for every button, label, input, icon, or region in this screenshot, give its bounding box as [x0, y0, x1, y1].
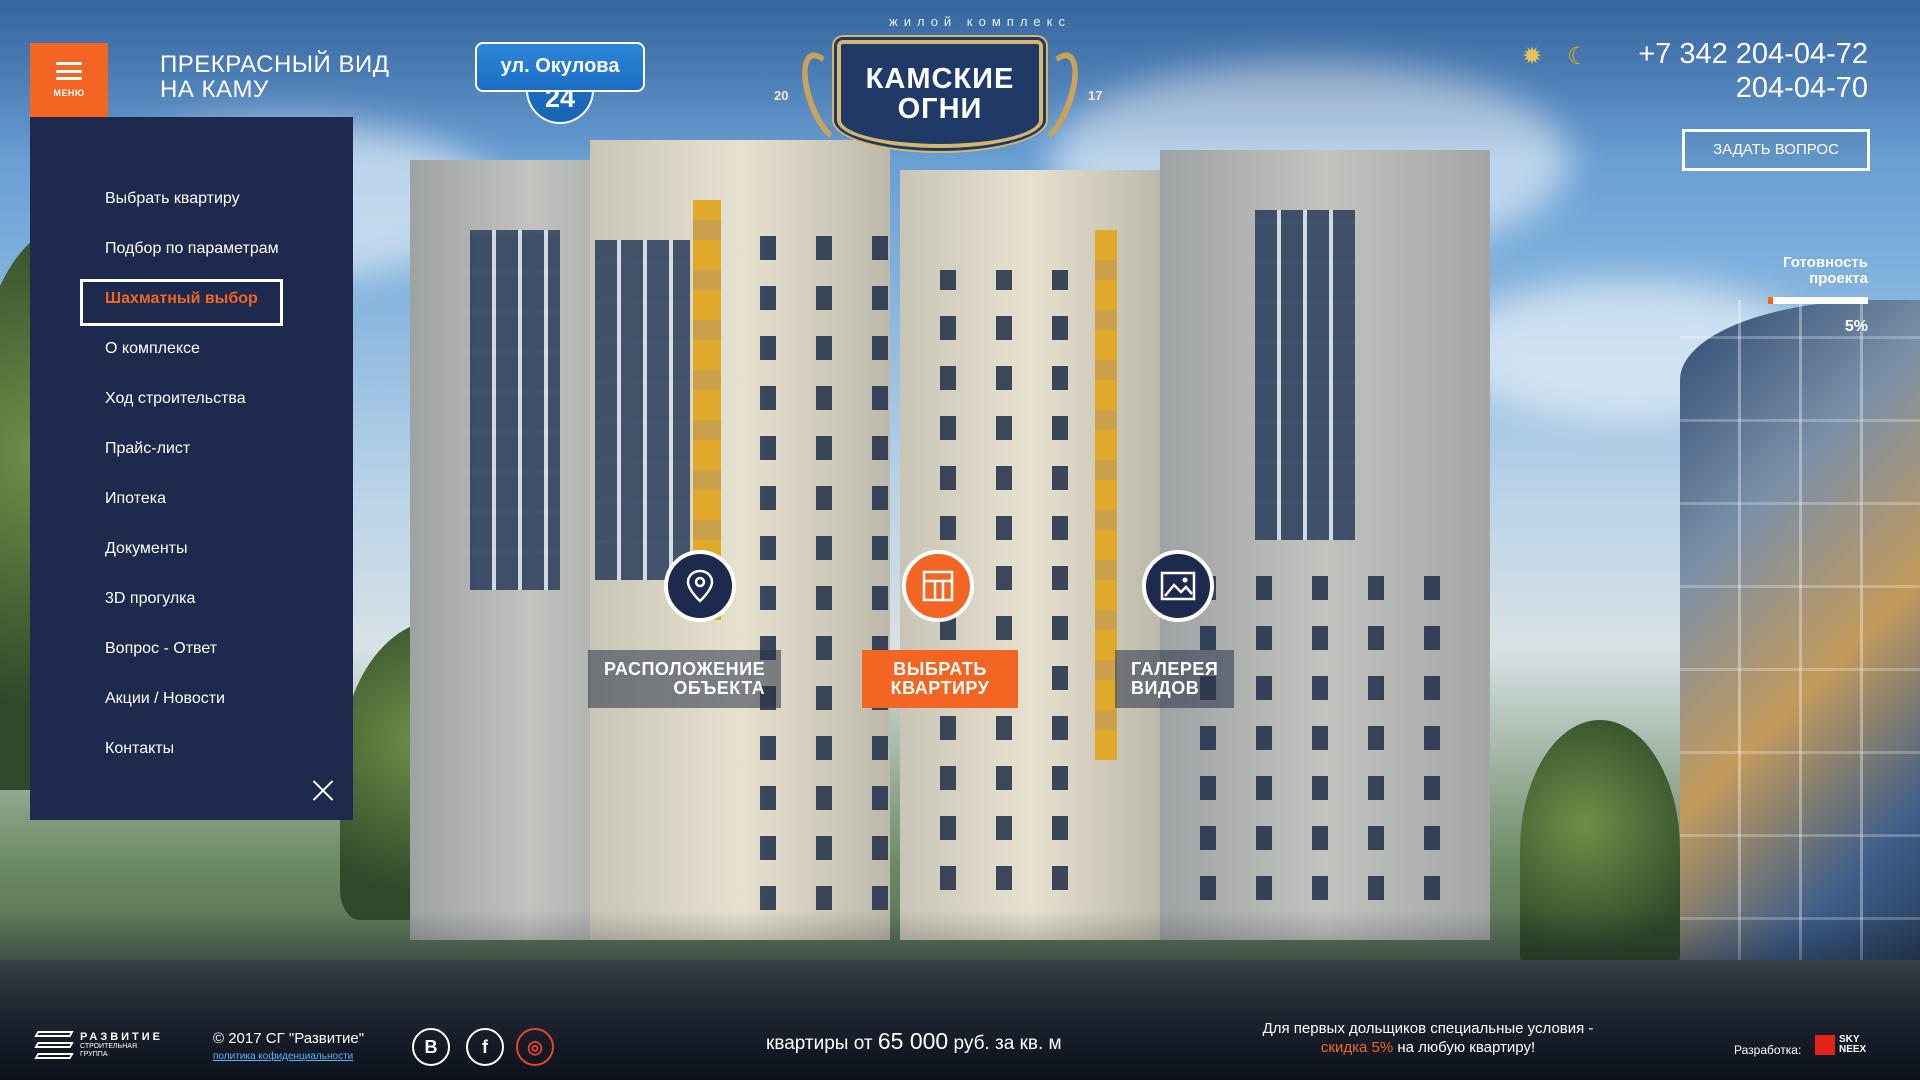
- vk-icon[interactable]: В: [412, 1028, 450, 1066]
- phone-primary[interactable]: +7 342 204-04-72: [1638, 38, 1868, 71]
- menu-item-label: Подбор по параметрам: [105, 240, 279, 257]
- menu-item-3d-tour[interactable]: 3D прогулка: [30, 577, 353, 627]
- menu-button[interactable]: МЕНЮ: [30, 43, 108, 117]
- location-label-line1: РАСПОЛОЖЕНИЕ: [604, 659, 766, 679]
- price-prefix: квартиры от: [766, 1033, 873, 1054]
- promo-line2: скидка 5% на любую квартиру!: [1238, 1038, 1618, 1057]
- progress-title-line2: проекта: [1809, 270, 1868, 287]
- phone-secondary[interactable]: 204-04-70: [1736, 72, 1868, 105]
- sun-icon[interactable]: ✹: [1522, 44, 1542, 68]
- promo-rest: на любую квартиру!: [1397, 1039, 1536, 1056]
- brand-text: РАЗВИТИЕ СТРОИТЕЛЬНАЯ ГРУППА: [80, 1031, 163, 1059]
- skyneex-mark-icon: [1815, 1035, 1835, 1055]
- menu-item-choose-apartment[interactable]: Выбрать квартиру: [30, 177, 353, 227]
- hamburger-icon: [56, 62, 82, 80]
- floorplan-icon: [922, 570, 954, 602]
- promo-text: Для первых дольщиков специальные условия…: [1238, 1019, 1618, 1057]
- facebook-icon[interactable]: f: [466, 1028, 504, 1066]
- brand-logo[interactable]: РАЗВИТИЕ СТРОИТЕЛЬНАЯ ГРУППА: [34, 1027, 163, 1063]
- map-pin-icon: [686, 569, 714, 603]
- price-info: квартиры от 65 000 руб. за кв. м: [766, 1028, 1062, 1055]
- developer-logo[interactable]: SKY NEEX: [1815, 1035, 1866, 1055]
- brand-sub1: СТРОИТЕЛЬНАЯ: [80, 1043, 138, 1050]
- location-label-line2: ОБЪЕКТА: [673, 678, 766, 698]
- choose-apartment-button[interactable]: ВЫБРАТЬ КВАРТИРУ: [862, 650, 1018, 708]
- choose-label-line2: КВАРТИРУ: [890, 678, 990, 698]
- menu-item-label: Ипотека: [105, 490, 167, 507]
- windows: [740, 210, 890, 910]
- gallery-label-line2: ВИДОВ: [1131, 678, 1200, 698]
- promo-highlight: скидка 5%: [1320, 1039, 1394, 1056]
- menu-item-documents[interactable]: Документы: [30, 527, 353, 577]
- copyright: © 2017 СГ "Развитие": [213, 1030, 365, 1047]
- progress-title-line1: Готовность: [1782, 254, 1868, 271]
- menu-item-label: Вопрос - Ответ: [105, 640, 218, 657]
- glass-facade: [470, 230, 560, 590]
- logo-year-right: 17: [1088, 88, 1103, 103]
- developer-label: Разработка:: [1734, 1043, 1802, 1057]
- menu-item-filter-by-params[interactable]: Подбор по параметрам: [30, 227, 353, 277]
- price-value: 65 000: [877, 1028, 949, 1054]
- brand-name: РАЗВИТИЕ: [80, 1031, 164, 1043]
- progress-bar: [1768, 297, 1868, 304]
- menu-item-contacts[interactable]: Контакты: [30, 727, 353, 777]
- menu-item-mortgage[interactable]: Ипотека: [30, 477, 353, 527]
- menu-item-label: О комплексе: [105, 340, 200, 357]
- mirror-building: [1680, 300, 1920, 1000]
- menu-item-label: Ход строительства: [105, 390, 246, 407]
- menu-item-chess-select[interactable]: Шахматный выбор: [30, 277, 353, 327]
- instagram-icon[interactable]: ◎: [516, 1028, 554, 1066]
- menu-item-label: Документы: [105, 540, 188, 557]
- location-label[interactable]: РАСПОЛОЖЕНИЕ ОБЪЕКТА: [588, 650, 782, 708]
- progress-title: Готовность проекта: [1728, 255, 1868, 287]
- menu-item-pricelist[interactable]: Прайс-лист: [30, 427, 353, 477]
- glass-facade: [1255, 210, 1355, 540]
- choose-label-line1: ВЫБРАТЬ: [893, 659, 987, 679]
- menu-item-label: 3D прогулка: [105, 590, 196, 607]
- yellow-accent: [1095, 230, 1117, 760]
- menu-item-label: Шахматный выбор: [105, 290, 258, 307]
- gallery-label-line1: ГАЛЕРЕЯ: [1131, 659, 1219, 679]
- tagline: ПРЕКРАСНЫЙ ВИД НА КАМУ: [160, 52, 389, 102]
- menu-item-construction[interactable]: Ход строительства: [30, 377, 353, 427]
- menu-item-news[interactable]: Акции / Новости: [30, 677, 353, 727]
- developer-logo-text: SKY NEEX: [1839, 1035, 1866, 1055]
- price-suffix: руб. за кв. м: [953, 1033, 1062, 1054]
- brand-sub2: ГРУППА: [80, 1051, 108, 1058]
- image-gallery-icon: [1160, 571, 1196, 601]
- logo-line2: ОГНИ: [897, 93, 983, 125]
- moon-icon[interactable]: ☾: [1567, 44, 1589, 68]
- address-street-badge: ул. Окулова: [475, 42, 645, 92]
- progress-fill: [1768, 297, 1773, 304]
- tagline-line1: ПРЕКРАСНЫЙ ВИД: [160, 51, 390, 78]
- close-icon[interactable]: [312, 779, 334, 801]
- side-menu: Выбрать квартиру Подбор по параметрам Ша…: [30, 117, 353, 820]
- ask-question-button[interactable]: ЗАДАТЬ ВОПРОС: [1682, 129, 1870, 171]
- menu-item-about[interactable]: О комплексе: [30, 327, 353, 377]
- menu-item-label: Контакты: [105, 740, 175, 757]
- location-button[interactable]: [664, 550, 736, 622]
- privacy-link[interactable]: политика кофиденциальности: [213, 1051, 353, 1062]
- menu-item-label: Выбрать квартиру: [105, 190, 240, 207]
- progress-percent: 5%: [1844, 318, 1868, 335]
- glass-facade: [595, 240, 690, 580]
- menu-item-label: Акции / Новости: [105, 690, 225, 707]
- menu-item-label: Прайс-лист: [105, 440, 191, 457]
- choose-apartment-circle[interactable]: [902, 550, 974, 622]
- promo-line1: Для первых дольщиков специальные условия…: [1262, 1020, 1594, 1037]
- menu-item-faq[interactable]: Вопрос - Ответ: [30, 627, 353, 677]
- menu-label: МЕНЮ: [53, 88, 85, 98]
- gallery-label[interactable]: ГАЛЕРЕЯ ВИДОВ: [1115, 650, 1235, 708]
- logo-subtitle: жилой комплекс: [889, 14, 1071, 29]
- tagline-line2: НА КАМУ: [160, 76, 269, 103]
- gallery-button[interactable]: [1142, 550, 1214, 622]
- logo[interactable]: КАМСКИЕ ОГНИ: [837, 40, 1043, 148]
- logo-year-left: 20: [774, 88, 789, 103]
- windows: [1180, 560, 1480, 900]
- brand-mark-icon: [34, 1027, 74, 1063]
- logo-line1: КАМСКИЕ: [865, 63, 1015, 95]
- developer-logo-line2: NEEX: [1839, 1044, 1867, 1055]
